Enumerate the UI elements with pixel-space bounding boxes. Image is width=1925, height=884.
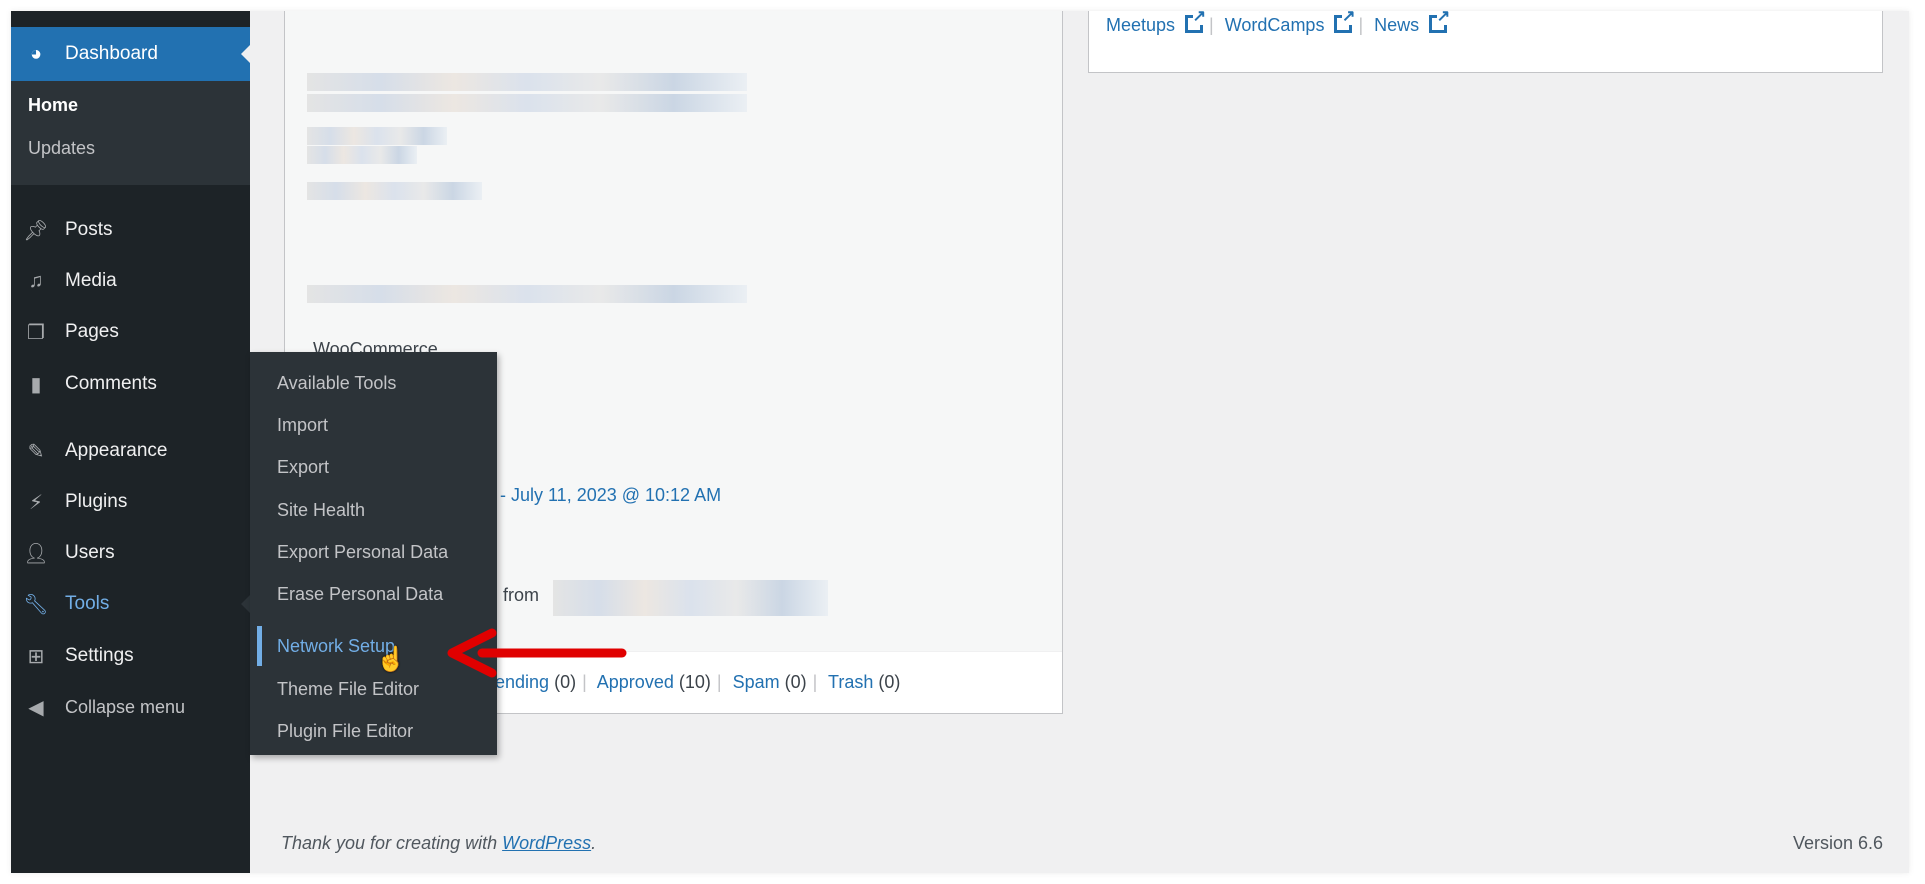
sidebar-item-settings[interactable]: ⊞ Settings [11, 636, 250, 676]
menu-export-personal-data[interactable]: Export Personal Data [277, 542, 448, 563]
plug-icon: ⚡︎ [28, 491, 44, 514]
sidebar-item-media[interactable]: ♫ Media [11, 261, 250, 301]
hand-cursor-icon: ☝ [376, 646, 406, 673]
menu-theme-file-editor[interactable]: Theme File Editor [277, 679, 419, 700]
pages-icon: ❐ [27, 321, 45, 344]
label: Users [65, 542, 115, 563]
red-arrow-annotation [447, 628, 627, 678]
events-news-widget: Meetups| WordCamps| News [1088, 11, 1883, 73]
sidebar-item-comments[interactable]: ▮ Comments [11, 364, 250, 404]
version-text: Version 6.6 [1792, 833, 1883, 853]
label: Posts [65, 219, 113, 240]
submenu-updates[interactable]: Updates [28, 138, 95, 159]
sidebar-item-plugins[interactable]: ⚡︎ Plugins [11, 482, 250, 522]
brush-icon: ✎ [27, 440, 45, 463]
wp-admin-window: ◕ Dashboard Home Updates 📌︎ Posts ♫ Media ❐… [11, 11, 1909, 873]
count: (10) [678, 672, 711, 692]
external-link-icon [1429, 11, 1451, 33]
menu-export[interactable]: Export [277, 457, 329, 478]
redacted-text [307, 285, 747, 303]
menu-erase-personal-data[interactable]: Erase Personal Data [277, 584, 443, 605]
external-link-icon [1185, 11, 1207, 33]
pin-icon: 📌︎ [23, 219, 49, 242]
sidebar-item-pages[interactable]: ❐ Pages [11, 312, 250, 352]
label: Pages [65, 321, 119, 342]
comment-date-link[interactable]: - July 11, 2023 @ 10:12 AM [500, 485, 721, 506]
hover-indicator [257, 626, 262, 666]
wordcamps-link[interactable]: WordCamps [1225, 15, 1325, 35]
dashboard-icon: ◕ [29, 42, 43, 65]
redacted-text [307, 94, 747, 112]
count: (0) [878, 672, 901, 692]
filter-trash[interactable]: Trash [828, 672, 873, 692]
count: (0) [784, 672, 807, 692]
label: Appearance [65, 440, 168, 461]
menu-plugin-file-editor[interactable]: Plugin File Editor [277, 721, 413, 742]
news-link[interactable]: News [1374, 15, 1419, 35]
admin-sidebar: ◕ Dashboard Home Updates 📌︎ Posts ♫ Media ❐… [11, 11, 250, 873]
menu-import[interactable]: Import [277, 415, 328, 436]
collapse-icon: ◀ [28, 696, 44, 719]
sidebar-item-users[interactable]: 👤︎ Users [11, 533, 250, 573]
settings-icon: ⊞ [27, 645, 45, 668]
menu-available-tools[interactable]: Available Tools [277, 373, 396, 394]
dashboard-submenu: Home Updates [11, 81, 250, 185]
footer-thanks: Thank you for creating with WordPress. [281, 833, 596, 854]
from-text: from [503, 585, 539, 605]
label: Tools [65, 593, 110, 614]
sidebar-item-dashboard[interactable]: ◕ Dashboard [11, 27, 250, 81]
sidebar-item-tools[interactable]: 🔧︎ Tools [11, 584, 250, 624]
meetups-link[interactable]: Meetups [1106, 15, 1175, 35]
redacted-text [307, 73, 747, 91]
menu-site-health[interactable]: Site Health [277, 500, 365, 521]
redacted-text [307, 127, 447, 145]
comment-icon: ▮ [30, 373, 42, 396]
thanks-text: Thank you for creating with [281, 833, 503, 853]
media-icon: ♫ [28, 269, 44, 292]
redacted-text [307, 182, 482, 200]
label: Dashboard [65, 43, 158, 64]
sidebar-item-appearance[interactable]: ✎ Appearance [11, 431, 250, 471]
wordpress-link[interactable]: WordPress [502, 833, 591, 853]
label: Plugins [65, 491, 128, 512]
label: Collapse menu [65, 696, 186, 717]
wrench-icon: 🔧︎ [23, 593, 49, 616]
filter-spam[interactable]: Spam [733, 672, 780, 692]
external-link-icon [1334, 11, 1356, 33]
label: Media [65, 270, 117, 291]
tools-flyout-menu: Available Tools Import Export Site Healt… [250, 352, 497, 755]
collapse-menu-button[interactable]: ◀ Collapse menu [11, 687, 250, 727]
redacted-text [553, 580, 828, 616]
submenu-home[interactable]: Home [28, 95, 78, 116]
sidebar-item-posts[interactable]: 📌︎ Posts [11, 210, 250, 250]
label: Settings [65, 645, 134, 666]
period: . [591, 833, 597, 853]
redacted-text [307, 146, 417, 164]
label: Comments [65, 373, 157, 394]
user-icon: 👤︎ [23, 542, 49, 565]
